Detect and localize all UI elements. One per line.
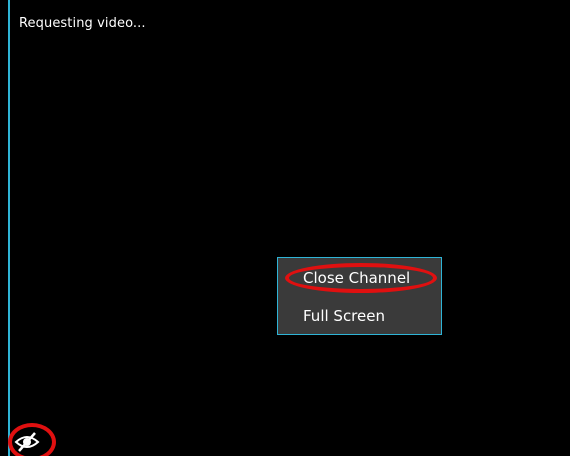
video-channel-panel[interactable]: Requesting video... Close Channel Full S… [0, 0, 576, 461]
eye-slash-icon[interactable] [14, 431, 40, 453]
channel-border [8, 0, 10, 461]
panel-right-edge [570, 0, 576, 461]
panel-bottom-edge [0, 456, 576, 461]
close-channel-menu-item[interactable]: Close Channel [303, 269, 410, 287]
full-screen-menu-item[interactable]: Full Screen [303, 307, 385, 325]
video-status-text: Requesting video... [19, 16, 146, 31]
channel-context-menu: Close Channel Full Screen [277, 257, 442, 335]
